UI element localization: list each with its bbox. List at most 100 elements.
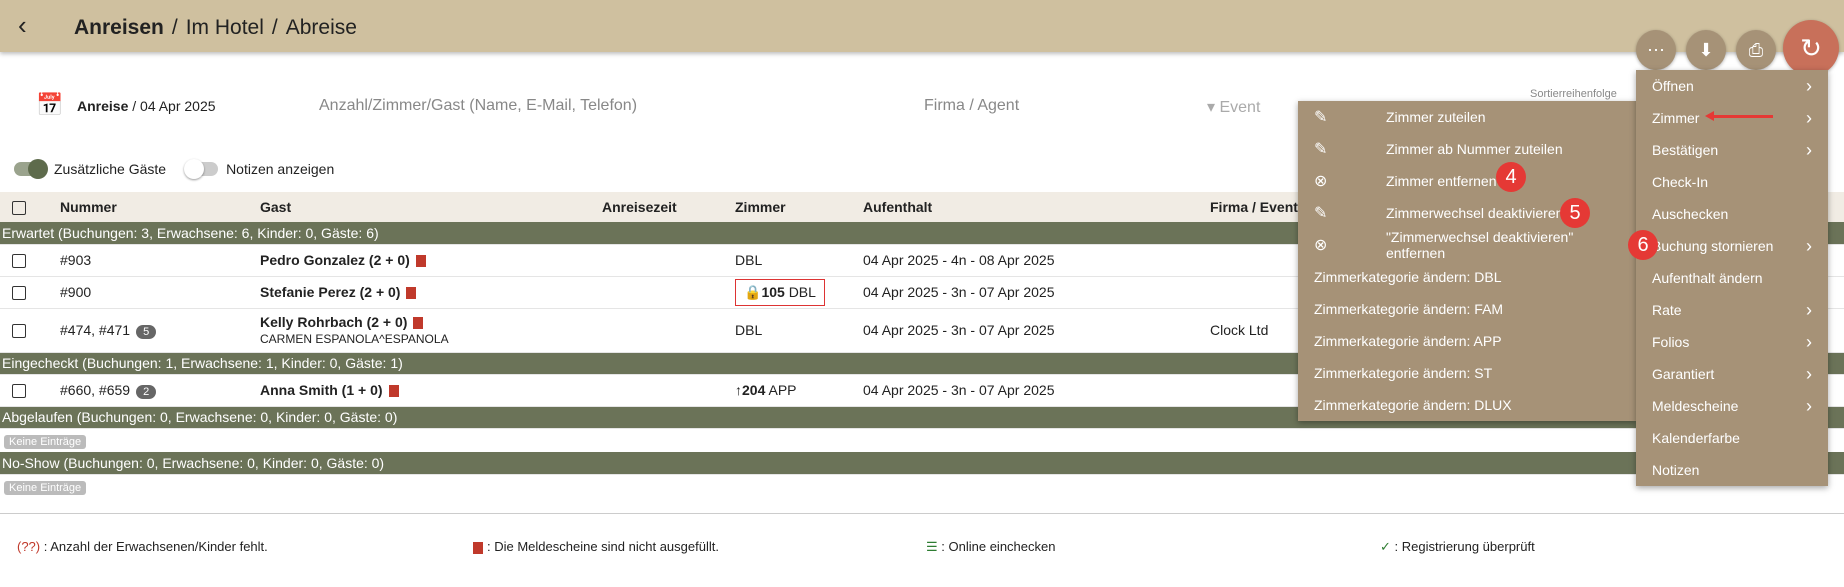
submenu-label: Zimmerkategorie ändern: DLUX — [1314, 397, 1512, 413]
booking-number[interactable]: #474, #471 — [60, 322, 130, 338]
row-checkbox[interactable] — [12, 324, 26, 339]
menu-item-garantiert[interactable]: Garantiert › — [1636, 358, 1828, 390]
room-category: APP — [768, 382, 797, 398]
guest-name[interactable]: Anna Smith (1 + 0) — [260, 382, 383, 398]
menu-item-meldescheine[interactable]: Meldescheine › — [1636, 390, 1828, 422]
menu-item-oeffnen[interactable]: Öffnen › — [1636, 70, 1828, 102]
select-all-checkbox[interactable] — [12, 201, 26, 216]
chevron-right-icon: › — [1806, 75, 1812, 96]
firma-input[interactable]: Firma / Agent — [924, 97, 1019, 115]
zimmer-submenu: ✎ Zimmer zuteilen ✎ Zimmer ab Nummer zutei… — [1298, 101, 1636, 421]
menu-item-bestaetigen[interactable]: Bestätigen › — [1636, 134, 1828, 166]
context-menu: Öffnen › Zimmer › Bestätigen › Check-In Aus… — [1636, 70, 1828, 486]
submenu-item[interactable]: Zimmerkategorie ändern: FAM — [1298, 293, 1636, 325]
empty-badge: Keine Einträge — [4, 434, 87, 449]
submenu-item[interactable]: ✎ Zimmer zuteilen — [1298, 101, 1636, 133]
menu-item-stornieren[interactable]: Buchung stornieren › — [1636, 230, 1828, 262]
chevron-right-icon: › — [1806, 107, 1812, 128]
breadcrumb: Anreisen / Im Hotel / Abreise — [74, 16, 357, 40]
crumb-anreisen[interactable]: Anreisen — [74, 16, 164, 39]
more-button[interactable]: ⋯ — [1636, 30, 1676, 70]
event-label: Event — [1219, 99, 1261, 116]
booking-number[interactable]: #903 — [52, 244, 252, 277]
col-gast[interactable]: Gast — [252, 192, 594, 222]
submenu-label: Zimmer entfernen — [1386, 173, 1497, 189]
anreise-date[interactable]: Anreise / 04 Apr 2025 — [77, 98, 216, 114]
crumb-sep: / — [171, 16, 178, 39]
legend-adults: (??) : Anzahl der Erwachsenen/Kinder feh… — [17, 539, 268, 554]
calendar-icon[interactable]: 📅 — [36, 92, 63, 118]
event-select[interactable]: ▾ Event — [1207, 97, 1260, 117]
pencil-icon: ✎ — [1314, 205, 1328, 222]
search-input[interactable]: Anzahl/Zimmer/Gast (Name, E-Mail, Telefo… — [319, 97, 637, 115]
back-icon[interactable]: ‹ — [18, 10, 27, 41]
submenu-label: Zimmer zuteilen — [1386, 109, 1486, 125]
chevron-right-icon: › — [1806, 139, 1812, 160]
download-button[interactable]: ⬇ — [1686, 30, 1726, 70]
guest-name[interactable]: Pedro Gonzalez (2 + 0) — [260, 252, 410, 268]
menu-item-folios[interactable]: Folios › — [1636, 326, 1828, 358]
menu-item-checkin[interactable]: Check-In — [1636, 166, 1828, 198]
extra-guests-toggle[interactable] — [14, 159, 48, 179]
notes-toggle[interactable] — [184, 159, 219, 179]
menu-label: Rate — [1652, 302, 1682, 318]
room-cell: DBL — [727, 308, 855, 353]
stay-cell: 04 Apr 2025 - 3n - 07 Apr 2025 — [855, 308, 1202, 353]
crumb-abreise[interactable]: Abreise — [286, 16, 357, 39]
submenu-label: Zimmerkategorie ändern: FAM — [1314, 301, 1504, 317]
col-nummer[interactable]: Nummer — [52, 192, 252, 222]
guest-name[interactable]: Stefanie Perez (2 + 0) — [260, 284, 400, 300]
legend-registration: ✓ : Registrierung überprüft — [1380, 539, 1535, 555]
submenu-item[interactable]: Zimmerkategorie ändern: DLUX — [1298, 389, 1636, 421]
guest-name[interactable]: Kelly Rohrbach (2 + 0) — [260, 314, 407, 330]
submenu-item[interactable]: ⊗ Zimmer entfernen — [1298, 165, 1636, 197]
print-button[interactable]: ⎙ — [1736, 30, 1776, 70]
room-number: 105 — [761, 283, 785, 300]
legend-text: : Online einchecken — [941, 539, 1056, 554]
meldeschein-icon — [473, 541, 483, 554]
booking-number[interactable]: #900 — [52, 276, 252, 309]
refresh-button[interactable]: ↻ — [1783, 20, 1839, 76]
menu-label: Meldescheine — [1652, 398, 1739, 414]
room-cell: DBL — [727, 244, 855, 277]
legend: (??) : Anzahl der Erwachsenen/Kinder feh… — [0, 513, 1844, 587]
menu-label: Notizen — [1652, 462, 1700, 478]
row-checkbox[interactable] — [12, 254, 26, 269]
chevron-right-icon: › — [1806, 235, 1812, 256]
booking-number[interactable]: #660, #659 — [60, 382, 130, 398]
menu-item-notizen[interactable]: Notizen — [1636, 454, 1828, 486]
menu-item-zimmer[interactable]: Zimmer › — [1636, 102, 1828, 134]
row-checkbox[interactable] — [12, 286, 26, 301]
remove-circle-icon: ⊗ — [1314, 173, 1328, 190]
legend-text: : Anzahl der Erwachsenen/Kinder fehlt. — [43, 539, 268, 554]
submenu-item[interactable]: Zimmerkategorie ändern: ST — [1298, 357, 1636, 389]
guest-subname: CARMEN ESPANOLA^ESPANOLA — [260, 332, 449, 346]
menu-item-aufenthalt[interactable]: Aufenthalt ändern — [1636, 262, 1828, 294]
stay-cell: 04 Apr 2025 - 3n - 07 Apr 2025 — [855, 276, 1202, 309]
menu-label: Kalenderfarbe — [1652, 430, 1740, 446]
stay-cell: 04 Apr 2025 - 3n - 07 Apr 2025 — [855, 374, 1202, 407]
legend-meldeschein: : Die Meldescheine sind nicht ausgefüllt… — [473, 539, 719, 554]
row-checkbox[interactable] — [12, 384, 26, 399]
submenu-label: Zimmerkategorie ändern: DBL — [1314, 269, 1502, 285]
menu-item-kalenderfarbe[interactable]: Kalenderfarbe — [1636, 422, 1828, 454]
submenu-item[interactable]: Zimmerkategorie ändern: APP — [1298, 325, 1636, 357]
menu-label: Auschecken — [1652, 206, 1729, 222]
submenu-item[interactable]: Zimmerkategorie ändern: DBL — [1298, 261, 1636, 293]
submenu-item[interactable]: ⊗ "Zimmerwechsel deaktivieren" entfernen — [1298, 229, 1636, 261]
col-aufenthalt[interactable]: Aufenthalt — [855, 192, 1202, 222]
submenu-item[interactable]: ✎ Zimmer ab Nummer zuteilen — [1298, 133, 1636, 165]
menu-item-rate[interactable]: Rate › — [1636, 294, 1828, 326]
col-zimmer[interactable]: Zimmer — [727, 192, 855, 222]
step-badge-5: 5 — [1560, 198, 1590, 228]
submenu-label: Zimmer ab Nummer zuteilen — [1386, 141, 1563, 157]
remove-circle-icon: ⊗ — [1314, 237, 1328, 254]
submenu-label: Zimmerkategorie ändern: ST — [1314, 365, 1493, 381]
menu-item-auschecken[interactable]: Auschecken — [1636, 198, 1828, 230]
meldeschein-icon — [415, 255, 426, 268]
crumb-im-hotel[interactable]: Im Hotel — [186, 16, 264, 39]
step-badge-4: 4 — [1496, 162, 1526, 192]
col-anreisezeit[interactable]: Anreisezeit — [594, 192, 727, 222]
list-check-icon: ☰ — [926, 539, 938, 554]
pencil-icon: ✎ — [1314, 109, 1328, 126]
